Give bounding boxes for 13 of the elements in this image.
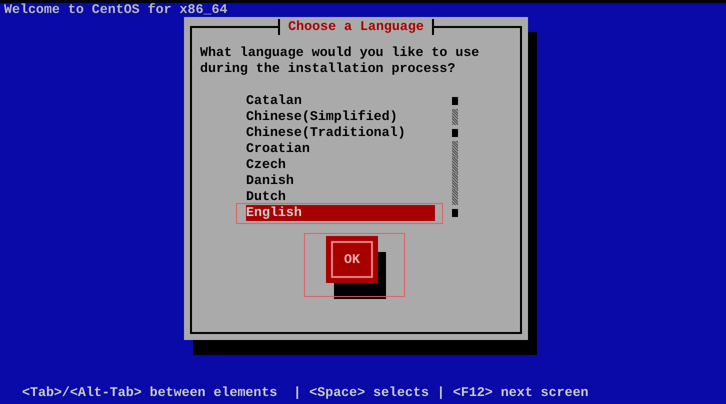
- screen-title: Welcome to CentOS for x86_64: [3, 3, 228, 17]
- language-item[interactable]: Chinese(Simplified): [246, 109, 435, 125]
- language-item[interactable]: Croatian: [246, 141, 435, 157]
- language-item[interactable]: Czech: [246, 157, 435, 173]
- language-item[interactable]: Catalan: [246, 93, 435, 109]
- language-item[interactable]: Chinese(Traditional): [246, 125, 435, 141]
- dialog-title: Choose a Language: [278, 19, 434, 35]
- language-item[interactable]: Dutch: [246, 189, 435, 205]
- ok-button[interactable]: OK: [326, 236, 378, 283]
- language-item[interactable]: Danish: [246, 173, 435, 189]
- status-text: <Tab>/<Alt-Tab> between elements | <Space> selects | <F12> next screen: [21, 385, 589, 401]
- prompt-text: What language would you like to use during the installation process?: [200, 45, 480, 77]
- language-item[interactable]: English: [246, 205, 435, 221]
